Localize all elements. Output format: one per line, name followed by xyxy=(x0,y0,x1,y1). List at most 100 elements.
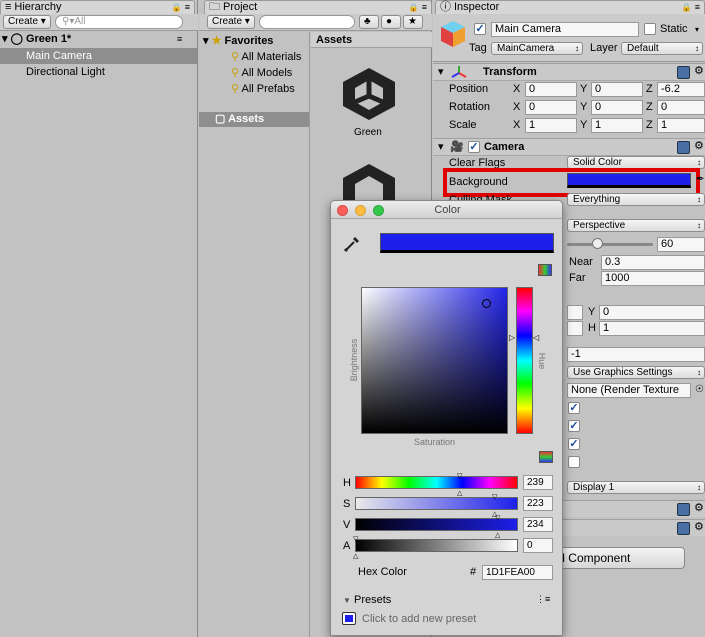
transform-header[interactable]: ▾ Transform ⚙ xyxy=(433,63,705,81)
help-book-icon[interactable] xyxy=(677,503,690,516)
h-value-field[interactable]: 239 xyxy=(523,475,553,490)
active-checkbox[interactable]: ✓ xyxy=(474,23,486,35)
expand-arrow-icon[interactable]: ▾ xyxy=(438,66,444,79)
z-label[interactable]: Z xyxy=(646,101,653,114)
lock-icon[interactable]: 🔒 xyxy=(172,1,182,14)
z-label[interactable]: Z xyxy=(646,83,653,96)
filter-label-icon[interactable]: ● xyxy=(381,15,401,29)
create-button[interactable]: Create ▾ xyxy=(207,15,255,29)
rotation-z-field[interactable]: 0 xyxy=(657,100,705,115)
sv-picker-handle[interactable] xyxy=(482,299,491,308)
hue-strip[interactable] xyxy=(516,287,533,434)
y-label[interactable]: Y xyxy=(580,83,587,96)
filter-type-icon[interactable]: ♣ xyxy=(359,15,379,29)
assets-folder-row[interactable]: ▢ Assets xyxy=(199,112,309,127)
list-item-directional-light[interactable]: Directional Light xyxy=(26,66,105,79)
rendering-path-dropdown[interactable]: Use Graphics Settings xyxy=(567,366,705,379)
s-slider-marker[interactable]: ▽ xyxy=(492,491,497,504)
scene-row[interactable]: ▾ ◯ Green 1* xyxy=(2,33,71,46)
gear-icon[interactable]: ⚙ xyxy=(694,65,704,78)
static-dropdown-icon[interactable]: ▾ xyxy=(695,23,699,36)
gear-icon[interactable]: ⚙ xyxy=(694,521,704,534)
camera-header[interactable]: ▾ 🎥 ✓ Camera ⚙ xyxy=(433,138,705,156)
occlusion-checkbox[interactable]: ✓ xyxy=(568,402,580,414)
rotation-y-field[interactable]: 0 xyxy=(591,100,643,115)
y-label[interactable]: Y xyxy=(580,101,587,114)
eyedropper-icon[interactable]: ✒ xyxy=(696,173,704,186)
search-input[interactable]: ⚲▾All xyxy=(55,15,183,29)
value-slider[interactable] xyxy=(355,518,518,531)
static-checkbox[interactable] xyxy=(644,23,656,35)
help-book-icon[interactable] xyxy=(677,522,690,535)
search-input[interactable] xyxy=(259,15,355,29)
viewport-y-field[interactable]: 0 xyxy=(599,305,705,320)
z-label[interactable]: Z xyxy=(646,119,653,132)
expand-arrow-icon[interactable]: ▾ xyxy=(2,33,8,45)
scale-y-field[interactable]: 1 xyxy=(591,118,643,133)
viewport-h-field[interactable]: 1 xyxy=(599,321,705,336)
saturation-brightness-box[interactable] xyxy=(361,287,508,434)
menu-icon[interactable]: ≡ xyxy=(422,1,427,14)
list-item-main-camera[interactable]: Main Camera xyxy=(0,48,197,64)
camera-enabled-checkbox[interactable]: ✓ xyxy=(468,141,480,153)
tab-inspector[interactable]: ⓘ Inspector 🔒 ≡ xyxy=(435,0,705,14)
v-value-field[interactable]: 234 xyxy=(523,517,553,532)
scale-z-field[interactable]: 1 xyxy=(657,118,705,133)
layer-dropdown[interactable]: Default xyxy=(621,42,703,55)
presets-header[interactable]: ▼ Presets xyxy=(343,594,391,607)
presets-menu-icon[interactable]: ⋮≡ xyxy=(536,593,550,606)
y-label[interactable]: Y xyxy=(580,119,587,132)
x-label[interactable]: X xyxy=(513,101,520,114)
tab-hierarchy[interactable]: ≡ Hierarchy 🔒 ≡ xyxy=(0,0,195,14)
tag-dropdown[interactable]: MainCamera xyxy=(491,42,583,55)
s-value-field[interactable]: 223 xyxy=(523,496,553,511)
a-slider-marker[interactable]: △ xyxy=(353,550,358,563)
x-label[interactable]: X xyxy=(513,83,520,96)
menu-icon[interactable]: ≡ xyxy=(185,1,190,14)
lock-icon[interactable]: 🔒 xyxy=(409,1,419,14)
position-x-field[interactable]: 0 xyxy=(525,82,577,97)
favorite-item[interactable]: ⚲ All Materials xyxy=(231,51,301,64)
slider-mode-toggle-icon[interactable] xyxy=(539,451,553,463)
msaa-checkbox[interactable]: ✓ xyxy=(568,438,580,450)
dynamic-resolution-checkbox[interactable] xyxy=(568,456,580,468)
hue-marker-left[interactable]: ▷ xyxy=(509,331,515,344)
position-z-field[interactable]: -6.2 xyxy=(657,82,705,97)
target-display-dropdown[interactable]: Display 1 xyxy=(567,481,705,494)
gear-icon[interactable]: ⚙ xyxy=(694,140,704,153)
hue-slider[interactable] xyxy=(355,476,518,489)
scene-menu-icon[interactable]: ≡ xyxy=(177,33,182,46)
object-picker-icon[interactable]: ☉ xyxy=(695,383,704,396)
add-preset-swatch[interactable] xyxy=(342,612,356,625)
scale-x-field[interactable]: 1 xyxy=(525,118,577,133)
help-book-icon[interactable] xyxy=(677,66,690,79)
alpha-slider[interactable] xyxy=(355,539,518,552)
hdr-checkbox[interactable]: ✓ xyxy=(568,420,580,432)
projection-dropdown[interactable]: Perspective xyxy=(567,219,705,232)
fov-field[interactable]: 60 xyxy=(657,237,705,252)
expand-arrow-icon[interactable]: ▼ xyxy=(343,596,351,605)
background-color-field[interactable] xyxy=(567,173,691,188)
viewport-x-field[interactable] xyxy=(567,305,583,320)
lock-icon[interactable]: 🔒 xyxy=(682,1,692,14)
viewport-w-field[interactable] xyxy=(567,321,583,336)
culling-mask-dropdown[interactable]: Everything xyxy=(567,193,705,206)
unity-scene-icon[interactable] xyxy=(339,162,399,202)
target-texture-field[interactable]: None (Render Texture xyxy=(567,383,691,398)
color-wheel-toggle-icon[interactable] xyxy=(538,264,552,276)
favorite-item[interactable]: ⚲ All Prefabs xyxy=(231,83,295,96)
a-value-field[interactable]: 0 xyxy=(523,538,553,553)
expand-arrow-icon[interactable]: ▾ xyxy=(438,141,444,154)
fov-slider-thumb[interactable] xyxy=(592,238,603,249)
eyedropper-icon[interactable] xyxy=(343,235,361,253)
menu-icon[interactable]: ≡ xyxy=(695,1,700,14)
x-label[interactable]: X xyxy=(513,119,520,132)
gear-icon[interactable]: ⚙ xyxy=(694,502,704,515)
v-slider-marker[interactable]: ▽ xyxy=(495,512,500,525)
position-y-field[interactable]: 0 xyxy=(591,82,643,97)
a-slider-marker[interactable]: ▽ xyxy=(353,533,358,546)
star-icon[interactable]: ★ xyxy=(403,15,423,29)
near-field[interactable]: 0.3 xyxy=(601,255,705,270)
favorites-row[interactable]: ▾ ★ Favorites xyxy=(203,35,273,48)
tab-project[interactable]: 🗀 Project 🔒 ≡ xyxy=(204,0,432,14)
